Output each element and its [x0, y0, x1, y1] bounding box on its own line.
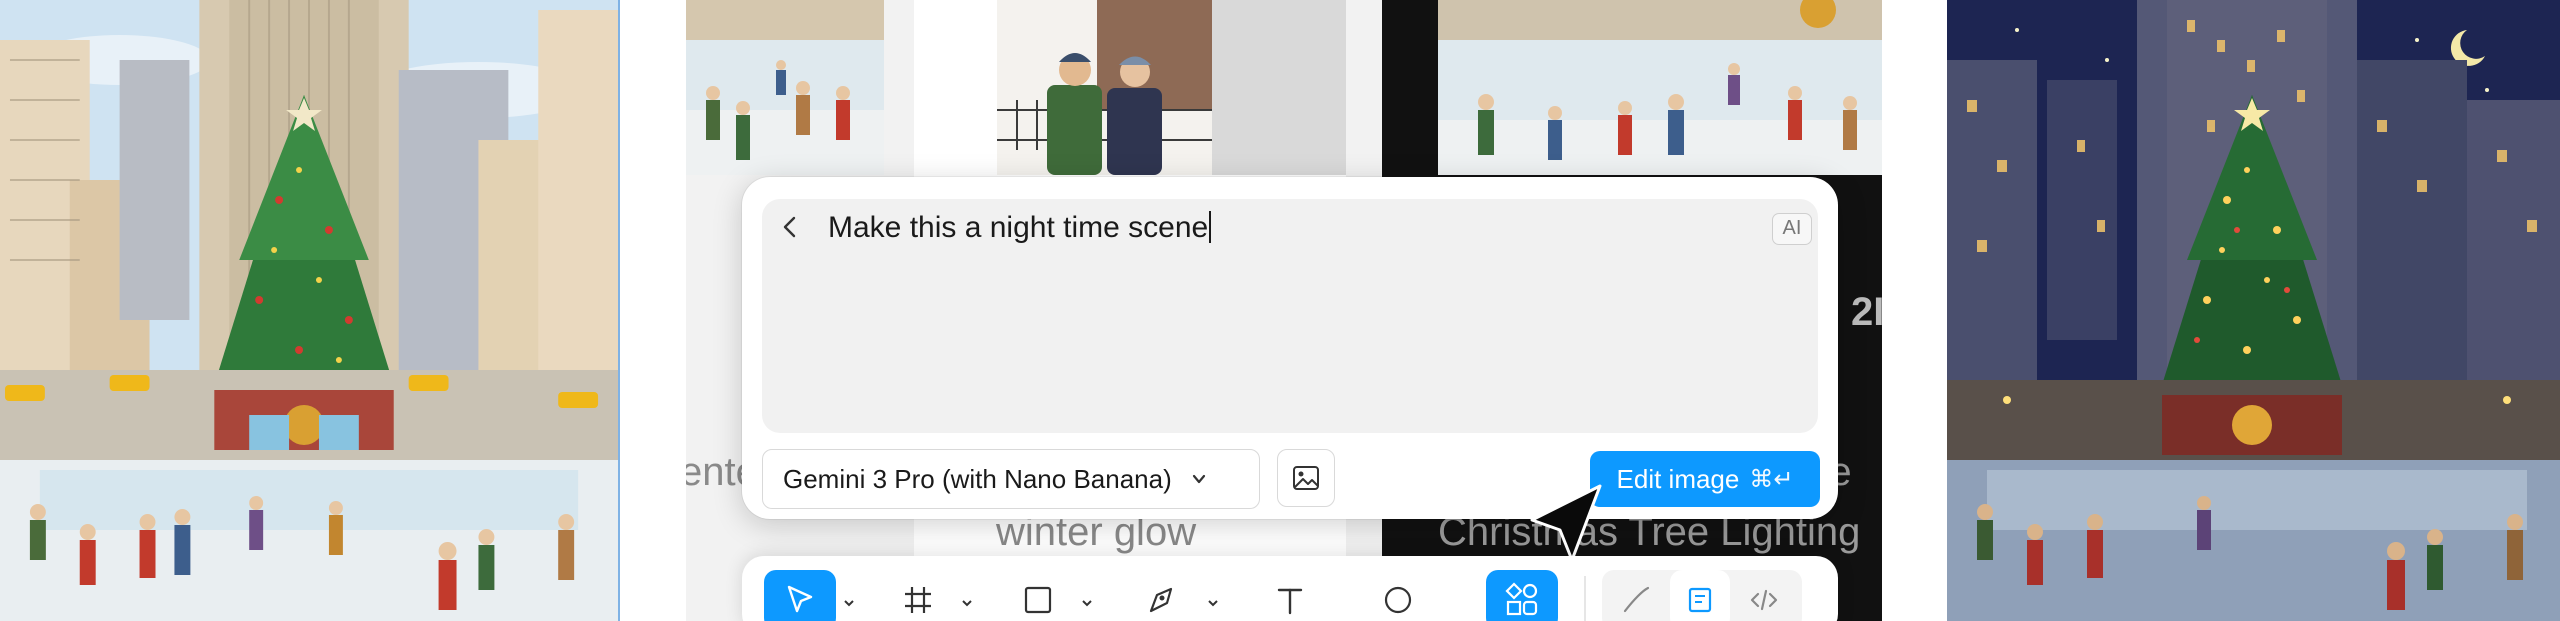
screenshot-root: ente winter glow Christmas Tree Lighting…	[0, 0, 2560, 621]
dev-mode-icon	[1688, 587, 1712, 613]
pencil-icon	[1623, 586, 1650, 613]
model-select-label: Gemini 3 Pro (with Nano Banana)	[783, 463, 1172, 494]
text-tool-button[interactable]	[1254, 570, 1326, 621]
toolbar-divider	[1584, 576, 1586, 621]
move-tool-icon	[787, 585, 813, 613]
chevron-down-icon	[1192, 474, 1205, 484]
text-caret	[1209, 211, 1212, 243]
shapes-tool-button[interactable]	[1486, 570, 1558, 621]
chevron-down-icon[interactable]	[842, 596, 856, 610]
attach-image-button[interactable]	[1277, 449, 1335, 507]
chevron-down-icon[interactable]	[1080, 596, 1094, 610]
draw-mode-button[interactable]	[1606, 570, 1666, 621]
pen-tool-icon	[1149, 587, 1173, 613]
prompt-text: Make this a night time scene	[828, 211, 1209, 244]
rectangle-tool-icon	[1024, 586, 1052, 614]
background-text-2d: 2I	[1851, 290, 1882, 334]
ellipse-tool-icon	[1384, 586, 1412, 614]
edit-image-shortcut: ⌘↵	[1749, 465, 1794, 493]
rink-thumbnail-left[interactable]	[686, 0, 884, 175]
shapes-tool-icon	[1505, 582, 1538, 616]
frame-tool-button[interactable]	[882, 570, 954, 621]
ellipse-tool-button[interactable]	[1362, 570, 1434, 621]
model-select[interactable]: Gemini 3 Pro (with Nano Banana)	[762, 449, 1260, 509]
mode-toggle-group	[1602, 570, 1802, 621]
ai-badge: AI	[1772, 213, 1812, 245]
code-icon	[1750, 589, 1778, 611]
pen-tool-button[interactable]	[1126, 570, 1198, 621]
day-illustration	[0, 0, 620, 621]
couple-thumbnail[interactable]	[997, 0, 1212, 175]
edit-image-button[interactable]: Edit image ⌘↵	[1590, 451, 1820, 507]
text-tool-icon	[1277, 588, 1303, 615]
dev-mode-button[interactable]	[1670, 570, 1730, 621]
code-mode-button[interactable]	[1734, 570, 1794, 621]
night-illustration	[1947, 0, 2560, 621]
placeholder-panel	[1212, 0, 1346, 175]
prompt-text-field[interactable]: Make this a night time scene	[828, 211, 1212, 245]
chevron-down-icon[interactable]	[1206, 596, 1220, 610]
chevron-left-icon[interactable]	[776, 213, 804, 241]
frame-tool-icon	[905, 587, 931, 613]
rink-thumbnail-right[interactable]	[1438, 0, 1882, 175]
move-tool-button[interactable]	[764, 570, 836, 621]
image-icon	[1293, 466, 1319, 490]
bottom-toolbar	[742, 556, 1838, 621]
edit-image-label: Edit image	[1616, 463, 1740, 494]
rectangle-tool-button[interactable]	[1002, 570, 1074, 621]
chevron-down-icon[interactable]	[960, 596, 974, 610]
ai-prompt-card: Make this a night time scene AI Gemini 3…	[742, 177, 1838, 519]
